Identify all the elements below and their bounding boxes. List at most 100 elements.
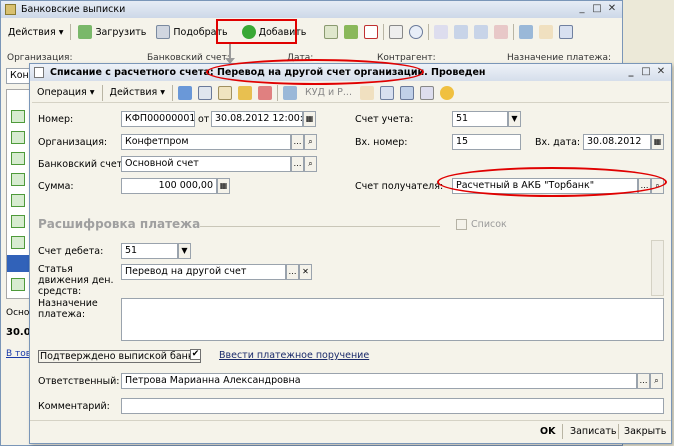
- incoming-date-label: Вх. дата:: [535, 137, 581, 148]
- list-icon[interactable]: [419, 85, 434, 100]
- maximize-icon[interactable]: □: [640, 66, 652, 78]
- side-link[interactable]: В тов: [6, 349, 31, 359]
- incoming-number-label: Вх. номер:: [355, 137, 408, 148]
- incoming-date-field[interactable]: 30.08.2012: [583, 134, 651, 150]
- date-picker-icon[interactable]: ▦: [303, 111, 316, 127]
- sum-label: Сумма:: [38, 181, 74, 192]
- form-footer: [30, 420, 671, 421]
- window-icon: [5, 4, 16, 15]
- go-to-icon[interactable]: [283, 85, 297, 100]
- search-icon[interactable]: [409, 25, 424, 39]
- purpose-textarea[interactable]: [121, 298, 664, 341]
- filter-icon[interactable]: [454, 25, 469, 39]
- save-button[interactable]: Записать: [570, 426, 616, 437]
- cashflow-select-icon[interactable]: …: [286, 264, 299, 280]
- report-icon[interactable]: [559, 25, 574, 39]
- org-label: Организация:: [38, 137, 108, 148]
- unpost-icon[interactable]: [258, 85, 272, 100]
- list-item[interactable]: [11, 110, 25, 123]
- filter-settings-icon[interactable]: [474, 25, 489, 39]
- comment-label: Комментарий:: [38, 401, 110, 412]
- account-field[interactable]: 51: [452, 111, 508, 127]
- filter-org-label: Организация:: [7, 53, 73, 63]
- list-item[interactable]: [11, 131, 25, 144]
- debit-account-field[interactable]: 51: [121, 243, 178, 259]
- cashflow-field[interactable]: Перевод на другой счет: [121, 264, 286, 280]
- responsible-search-icon[interactable]: ⌕: [650, 373, 663, 389]
- dt-kt-icon[interactable]: [539, 25, 554, 39]
- org-search-icon[interactable]: ⌕: [304, 134, 317, 150]
- cashflow-clear-icon[interactable]: ✕: [299, 264, 312, 280]
- save-post-icon[interactable]: [178, 85, 192, 100]
- ok-button[interactable]: OK: [540, 426, 555, 437]
- enter-payment-order-link[interactable]: Ввести платежное поручение: [219, 350, 369, 361]
- debit-dropdown-icon[interactable]: ▼: [178, 243, 191, 259]
- structure-icon[interactable]: [399, 85, 414, 100]
- bank-account-label: Банковский счет:: [38, 159, 126, 170]
- responsible-select-icon[interactable]: …: [637, 373, 650, 389]
- calculator-icon[interactable]: ▦: [217, 178, 230, 194]
- copy-icon[interactable]: [218, 85, 232, 100]
- edit-icon[interactable]: [344, 25, 359, 39]
- list-item[interactable]: [11, 173, 25, 186]
- sum-field[interactable]: 100 000,00: [121, 178, 217, 194]
- bank-statements-title: Банковские выписки: [21, 4, 126, 15]
- payment-form-window: Списание с расчетного счета: Перевод на …: [29, 63, 672, 444]
- debit-account-label: Счет дебета:: [38, 246, 104, 257]
- dt-kt-icon[interactable]: [359, 85, 374, 100]
- post-icon[interactable]: [389, 25, 404, 39]
- number-label: Номер:: [38, 114, 74, 125]
- account-label: Счет учета:: [355, 114, 414, 125]
- report-icon[interactable]: [379, 85, 394, 100]
- incoming-date-picker-icon[interactable]: ▦: [651, 134, 664, 150]
- recipient-account-label: Счет получателя:: [355, 181, 444, 192]
- list-checkbox[interactable]: [456, 219, 467, 230]
- sort-icon[interactable]: [434, 25, 449, 39]
- load-button[interactable]: Загрузить: [73, 23, 151, 41]
- vertical-scrollbar[interactable]: [651, 240, 664, 296]
- date-field[interactable]: 30.08.2012 12:00:00: [211, 111, 303, 127]
- org-field[interactable]: Конфетпром: [121, 134, 291, 150]
- close-icon[interactable]: ✕: [606, 3, 618, 15]
- confirmed-checkbox[interactable]: ✔: [190, 349, 201, 360]
- responsible-field[interactable]: Петрова Марианна Александровна: [121, 373, 637, 389]
- section-title: Расшифровка платежа: [38, 217, 201, 231]
- bank-account-search-icon[interactable]: ⌕: [304, 156, 317, 172]
- help-icon[interactable]: [439, 85, 454, 100]
- close-icon[interactable]: ✕: [655, 66, 667, 78]
- comment-field[interactable]: [121, 398, 664, 414]
- close-button[interactable]: Закрыть: [624, 426, 666, 437]
- incoming-number-field[interactable]: 15: [452, 134, 521, 150]
- filter-clear-icon[interactable]: [494, 25, 509, 39]
- list-item[interactable]: [11, 236, 25, 249]
- section-divider: [200, 226, 440, 227]
- list-item[interactable]: [11, 215, 25, 228]
- filter-purpose-label: Назначение платежа:: [507, 53, 612, 63]
- refresh-icon[interactable]: [198, 85, 212, 100]
- minimize-icon[interactable]: _: [576, 3, 588, 15]
- actions-menu-button[interactable]: Действия ▾: [3, 23, 68, 41]
- minimize-icon[interactable]: _: [625, 66, 637, 78]
- account-dropdown-icon[interactable]: ▼: [508, 111, 521, 127]
- document-icon: [34, 67, 44, 78]
- operation-menu-button[interactable]: Операция ▾: [32, 84, 100, 102]
- post-icon[interactable]: [238, 85, 252, 100]
- list-item[interactable]: [11, 194, 25, 207]
- side-basis-label: Осно: [6, 308, 30, 318]
- number-field[interactable]: КФП00000001: [121, 111, 195, 127]
- list-item[interactable]: [11, 152, 25, 165]
- copy-icon[interactable]: [324, 25, 339, 39]
- list-checkbox-label: Список: [471, 219, 507, 230]
- list-item[interactable]: [11, 278, 25, 291]
- load-icon: [78, 25, 93, 39]
- purpose-label: Назначение платежа:: [38, 298, 98, 320]
- go-to-icon[interactable]: [519, 25, 534, 39]
- actions-menu-button[interactable]: Действия ▾: [105, 84, 170, 102]
- select-icon: [156, 25, 171, 39]
- bank-account-field[interactable]: Основной счет: [121, 156, 291, 172]
- maximize-icon[interactable]: □: [591, 3, 603, 15]
- bank-account-select-icon[interactable]: …: [291, 156, 304, 172]
- delete-icon[interactable]: [364, 25, 379, 39]
- kudir-button[interactable]: КУД и Р...: [300, 84, 357, 102]
- org-select-icon[interactable]: …: [291, 134, 304, 150]
